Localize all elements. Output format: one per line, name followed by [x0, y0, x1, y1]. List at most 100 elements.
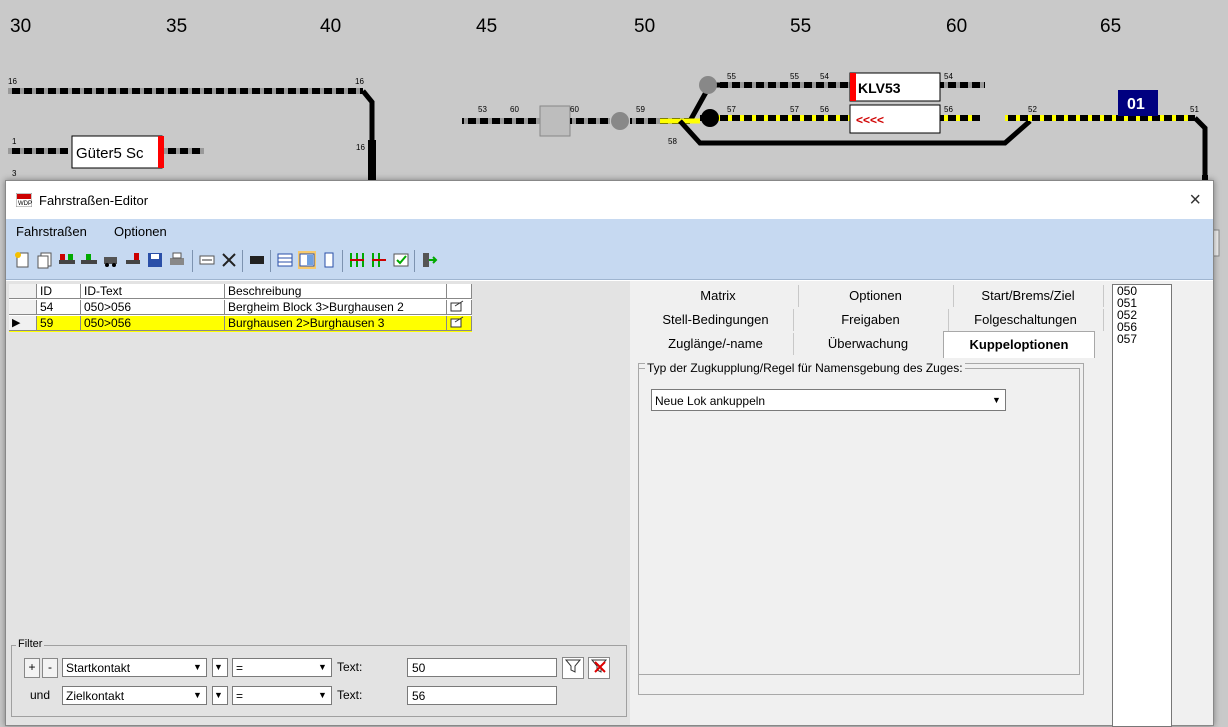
track-segment	[8, 148, 68, 154]
block-view-icon[interactable]	[248, 251, 266, 269]
track-number: 54	[944, 72, 953, 81]
tab-ueberwachung[interactable]: Überwachung	[793, 333, 944, 355]
chevron-down-icon[interactable]: ▼	[989, 393, 1004, 408]
toolbar-separator	[342, 250, 343, 272]
route-start-icon[interactable]	[58, 251, 76, 269]
chevron-down-icon[interactable]: ▼	[211, 660, 226, 675]
filter-text-2[interactable]: 56	[407, 686, 557, 705]
table-row-selected[interactable]: ▶ 59 050>056 Burghausen 2>Burghausen 3	[9, 316, 472, 332]
copy-icon[interactable]	[36, 251, 54, 269]
tab-start-brems-ziel[interactable]: Start/Brems/Ziel	[953, 285, 1104, 307]
grid-view-icon[interactable]	[276, 251, 294, 269]
und-label: und	[30, 688, 51, 702]
exit-icon[interactable]	[420, 251, 438, 269]
tab-stell-bedingungen[interactable]: Stell-Bedingungen	[638, 309, 794, 331]
tab-zuglaenge-name[interactable]: Zuglänge/-name	[638, 333, 794, 355]
route-end-icon[interactable]	[80, 251, 98, 269]
add-filter-button[interactable]: +	[24, 658, 40, 678]
chevron-down-icon[interactable]: ▼	[190, 688, 205, 703]
filter-op-1-value: =	[236, 661, 244, 675]
filter-field-1[interactable]: Startkontakt ▼	[62, 658, 207, 677]
edit-icon[interactable]	[450, 316, 464, 328]
menu-fahrstrassen[interactable]: Fahrstraßen	[16, 224, 87, 239]
ruler-mark: 35	[166, 16, 188, 37]
contact-list[interactable]: 050 051 052 056 057	[1112, 284, 1172, 727]
validate-icon[interactable]	[392, 251, 410, 269]
chevron-down-icon[interactable]: ▼	[315, 688, 330, 703]
filter-field-2-dropdown[interactable]: ▼	[212, 686, 228, 705]
filter-apply-button[interactable]	[562, 657, 584, 679]
chevron-down-icon[interactable]: ▼	[315, 660, 330, 675]
block-empty[interactable]	[539, 105, 571, 137]
filter-field-2[interactable]: Zielkontakt ▼	[62, 686, 207, 705]
table-row[interactable]: 54 050>056 Bergheim Block 3>Burghausen 2	[9, 300, 472, 316]
header-id-text[interactable]: ID-Text	[81, 284, 225, 299]
split-view-icon[interactable]	[298, 251, 316, 269]
track-segment	[462, 118, 542, 124]
track-number: 16	[356, 143, 365, 152]
chevron-down-icon[interactable]: ▼	[211, 688, 226, 703]
filter-op-1[interactable]: = ▼	[232, 658, 332, 677]
header-indicator	[9, 284, 37, 299]
cell-id: 59	[37, 316, 81, 331]
header-id[interactable]: ID	[37, 284, 81, 299]
list-item[interactable]: 057	[1113, 333, 1171, 345]
track-segment	[368, 140, 376, 180]
route-segment	[1005, 115, 1195, 121]
ruler-mark: 45	[476, 16, 498, 37]
route-segment	[940, 115, 980, 121]
signal-icon[interactable]	[124, 251, 142, 269]
block-klv53-label: KLV53	[858, 80, 901, 96]
ruler-mark: 40	[320, 16, 342, 37]
rename-icon[interactable]	[198, 251, 216, 269]
filter-field-1-dropdown[interactable]: ▼	[212, 658, 228, 677]
toolbar-separator	[242, 250, 243, 272]
route-detail-panel: Matrix Optionen Start/Brems/Ziel Stell-B…	[630, 281, 1213, 727]
print-icon[interactable]	[168, 251, 186, 269]
edit-cell[interactable]	[447, 316, 472, 331]
menu-optionen[interactable]: Optionen	[114, 224, 167, 239]
ruler-mark: 50	[634, 16, 656, 37]
track-curve	[1193, 116, 1208, 175]
locomotive-icon[interactable]	[102, 251, 120, 269]
new-icon[interactable]	[14, 251, 32, 269]
chevron-down-icon[interactable]: ▼	[190, 660, 205, 675]
route-test-icon[interactable]	[370, 251, 388, 269]
header-edit[interactable]	[447, 284, 472, 299]
kupplung-select[interactable]: Neue Lok ankuppeln ▼	[651, 389, 1006, 411]
clear-filter-icon[interactable]	[590, 658, 608, 674]
track-contact	[701, 109, 719, 127]
filter-field-2-value: Zielkontakt	[66, 689, 125, 703]
filter-op-2[interactable]: = ▼	[232, 686, 332, 705]
header-beschreibung[interactable]: Beschreibung	[225, 284, 447, 299]
cell-id: 54	[37, 300, 81, 315]
track-number: 60	[510, 105, 519, 114]
track-contact	[699, 76, 717, 94]
track-number: 57	[727, 105, 736, 114]
filter-clear-button[interactable]	[588, 657, 610, 679]
app-icon: WDP	[16, 193, 32, 207]
track-contact	[611, 112, 629, 130]
close-button[interactable]: ×	[1189, 189, 1201, 212]
edit-icon[interactable]	[450, 300, 464, 312]
tab-freigaben[interactable]: Freigaben	[793, 309, 949, 331]
tab-folgeschaltungen[interactable]: Folgeschaltungen	[948, 309, 1104, 331]
delete-icon[interactable]	[220, 251, 238, 269]
detail-view-icon[interactable]	[320, 251, 338, 269]
filter-icon[interactable]	[564, 658, 582, 674]
tab-optionen[interactable]: Optionen	[798, 285, 954, 307]
remove-filter-button[interactable]: -	[42, 658, 58, 678]
edit-cell[interactable]	[447, 300, 472, 315]
cell-id-text: 050>056	[81, 316, 225, 331]
track-segment	[570, 118, 610, 124]
filter-text-1[interactable]: 50	[407, 658, 557, 677]
block-01-label: 01	[1127, 96, 1145, 113]
fahrstrassen-editor-dialog: WDP Fahrstraßen-Editor × Fahrstraßen Opt…	[5, 180, 1214, 727]
tab-matrix[interactable]: Matrix	[638, 285, 799, 307]
route-list-panel: ID ID-Text Beschreibung 54 050>056 Bergh…	[6, 281, 630, 725]
route-check-icon[interactable]	[348, 251, 366, 269]
title-bar: WDP Fahrstraßen-Editor ×	[6, 181, 1213, 219]
track-number: 16	[8, 77, 17, 86]
tab-kuppeloptionen[interactable]: Kuppeloptionen	[943, 331, 1095, 358]
save-icon[interactable]	[146, 251, 164, 269]
